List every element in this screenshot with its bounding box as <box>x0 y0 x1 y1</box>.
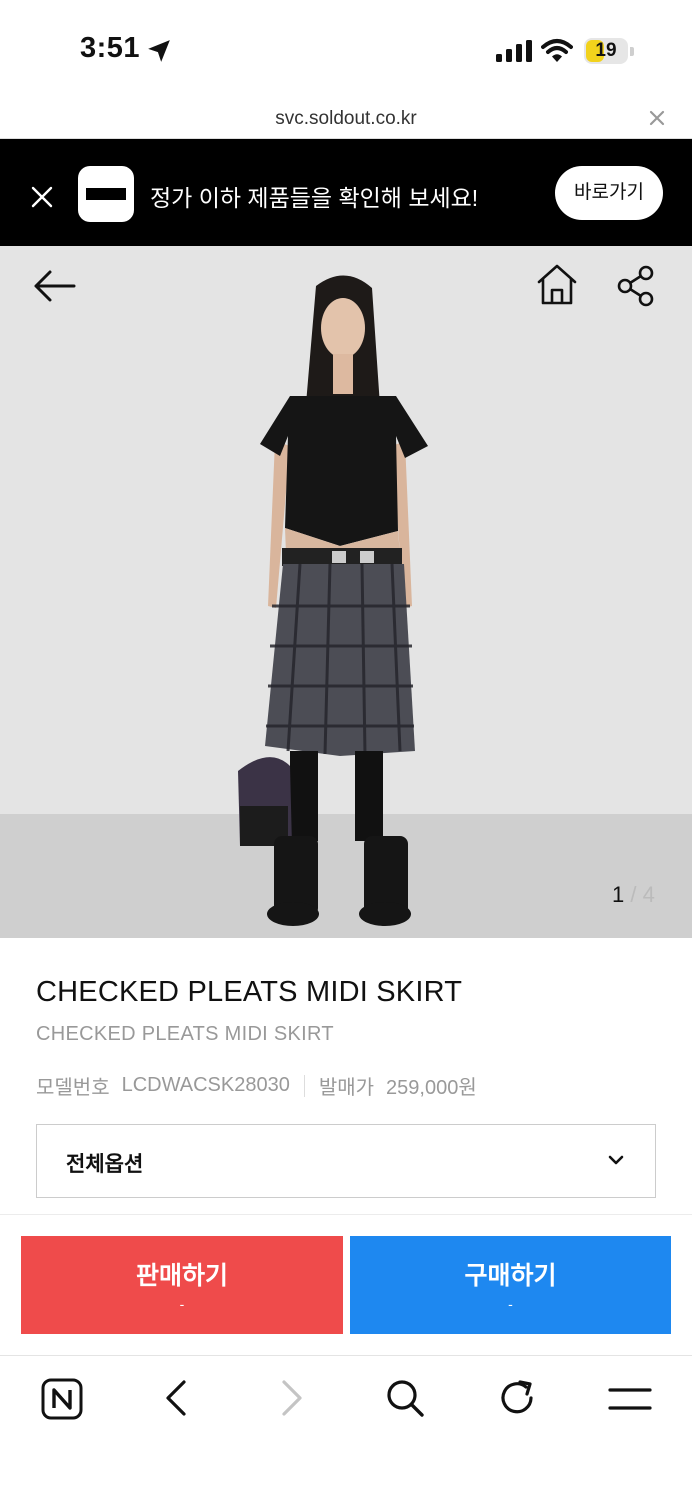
search-icon[interactable] <box>384 1377 426 1419</box>
sell-button-label: 판매하기 <box>135 1262 228 1290</box>
share-icon[interactable] <box>614 264 658 308</box>
browser-toolbar <box>0 1355 692 1501</box>
sell-button[interactable]: 판매하기 - <box>21 1236 343 1334</box>
pager-total: 4 <box>642 882 655 907</box>
buy-button[interactable]: 구매하기 - <box>350 1236 671 1334</box>
status-time: 3:51 <box>80 32 141 64</box>
wifi-icon <box>541 39 573 62</box>
banner-message: 정가 이하 제품들을 확인해 보세요! <box>150 185 479 211</box>
option-select-value[interactable]: 전체옵션 <box>66 1148 143 1178</box>
product-meta: 모델번호 LCDWACSK28030 발매가 259,000원 <box>36 1071 477 1100</box>
product-photo <box>0 246 692 938</box>
release-price-label: 발매가 <box>318 1077 375 1099</box>
naver-n-icon[interactable] <box>41 1378 83 1420</box>
back-arrow-icon[interactable] <box>30 266 78 306</box>
location-arrow-icon <box>148 40 170 62</box>
menu-icon[interactable] <box>608 1384 652 1414</box>
sell-price: - <box>179 1296 185 1312</box>
banner-go-button[interactable]: 바로가기 <box>555 166 663 220</box>
model-number-label: 모델번호 <box>36 1077 110 1099</box>
browser-back-icon[interactable] <box>160 1378 192 1418</box>
pager-current: 1 <box>612 882 625 907</box>
buy-price: - <box>508 1296 513 1312</box>
home-icon[interactable] <box>534 262 580 308</box>
url-text[interactable]: svc.soldout.co.kr <box>0 108 692 130</box>
reload-icon[interactable] <box>496 1377 538 1419</box>
battery-level: 19 <box>595 40 617 61</box>
browser-forward-icon[interactable] <box>276 1378 308 1418</box>
signal-icon <box>496 40 532 62</box>
banner-close-icon[interactable] <box>30 185 54 209</box>
product-image[interactable] <box>0 246 692 938</box>
product-title: CHECKED PLEATS MIDI SKIRT <box>36 976 463 1008</box>
image-pager: 1 / 4 <box>612 882 655 908</box>
divider <box>0 1214 692 1215</box>
battery-icon: 19 <box>584 36 636 66</box>
buy-button-label: 구매하기 <box>464 1262 557 1290</box>
pager-separator: / <box>630 882 637 907</box>
close-icon[interactable] <box>646 107 668 129</box>
product-subtitle: CHECKED PLEATS MIDI SKIRT <box>36 1023 334 1045</box>
app-logo <box>78 166 134 222</box>
model-number: LCDWACSK28030 <box>121 1074 290 1096</box>
release-price: 259,000원 <box>386 1077 477 1099</box>
chevron-down-icon[interactable] <box>606 1150 626 1170</box>
